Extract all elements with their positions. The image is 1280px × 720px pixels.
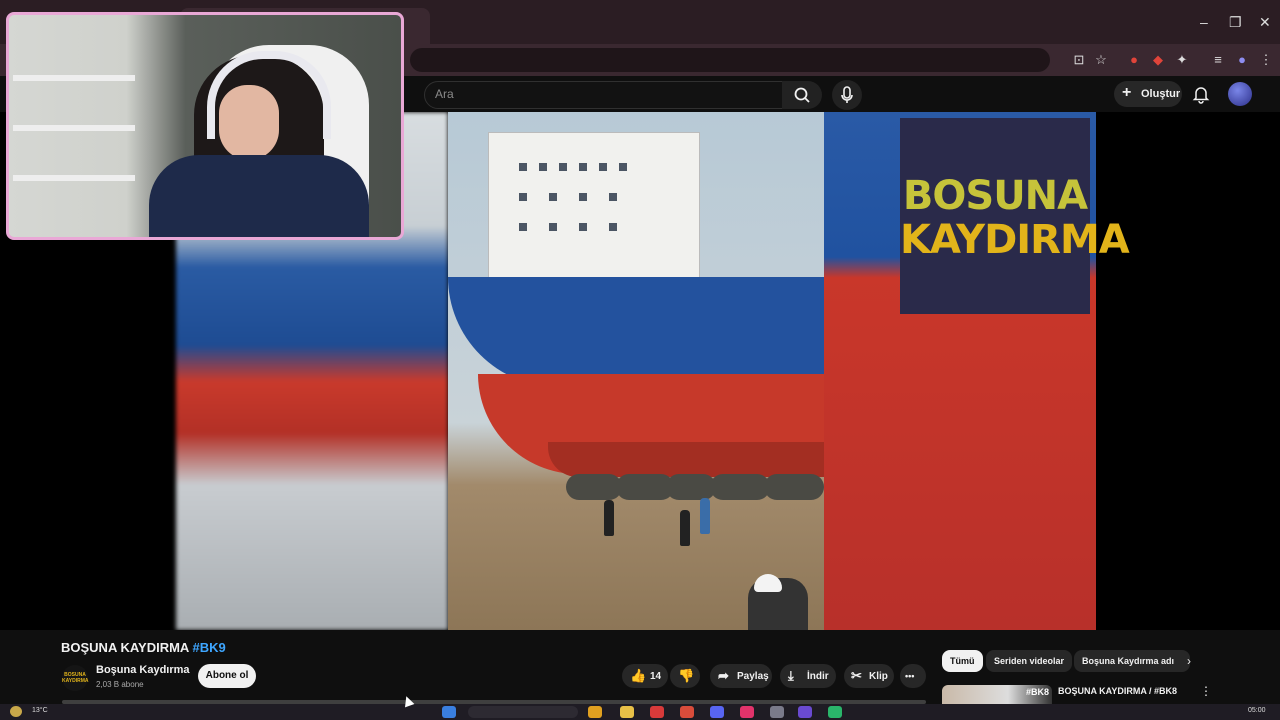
close-icon[interactable]: ✕: [1259, 14, 1271, 31]
share-label: Paylaş: [737, 671, 769, 682]
video-info-section: BOŞUNA KAYDIRMA #BK9 BOSUNA KAYDIRMA Boş…: [0, 630, 1280, 704]
airbag: [764, 474, 824, 500]
extensions-puzzle-icon[interactable]: ✦: [1174, 52, 1190, 68]
minimize-icon[interactable]: –: [1200, 14, 1208, 30]
subscriber-count: 2,03 B abone: [96, 680, 144, 689]
account-avatar[interactable]: [1228, 82, 1252, 106]
thumbs-up-icon: 👍: [630, 668, 647, 683]
create-label: Oluştur: [1141, 88, 1181, 100]
bookshelf: [13, 125, 135, 131]
related-menu-icon[interactable]: ⋮: [1200, 684, 1212, 698]
filter-chip-channel[interactable]: Boşuna Kaydırma adı: [1074, 650, 1190, 672]
taskbar-app-icon[interactable]: [650, 706, 664, 718]
search-button[interactable]: [782, 81, 822, 109]
extension-shield-icon[interactable]: ◆: [1150, 52, 1166, 68]
taskbar-app-icon[interactable]: [770, 706, 784, 718]
taskbar-search-box[interactable]: [468, 706, 578, 718]
weather-icon[interactable]: [10, 706, 22, 717]
worker-figure: [680, 510, 690, 546]
subscribe-button[interactable]: Abone ol: [198, 664, 256, 688]
extension-red-icon[interactable]: ●: [1126, 52, 1142, 68]
start-icon[interactable]: [442, 706, 456, 718]
bookshelf: [13, 175, 135, 181]
weather-temp: 13°C: [32, 707, 48, 714]
ship-hull-blue: [448, 277, 824, 387]
related-video-thumbnail[interactable]: #BK8: [942, 685, 1052, 704]
download-icon: ⤓: [788, 668, 794, 683]
ship-keel: [548, 442, 824, 477]
related-thumb-tag: #BK8: [1026, 687, 1050, 697]
channel-avatar[interactable]: BOSUNA KAYDIRMA: [62, 665, 88, 691]
watermark-line2: KAYDIRMA: [900, 217, 1130, 263]
discord-icon[interactable]: [710, 706, 724, 718]
webcam-overlay: [6, 12, 404, 240]
media-control-icon[interactable]: ≡: [1210, 52, 1226, 68]
worker-figure: [700, 498, 710, 534]
plus-icon: +: [1122, 84, 1132, 101]
microphone-icon: [841, 86, 853, 103]
like-button[interactable]: 👍 14: [622, 664, 668, 688]
browser-menu-icon[interactable]: ⋮: [1258, 52, 1274, 68]
airbag: [710, 474, 770, 500]
taskbar-app-icon[interactable]: [588, 706, 602, 718]
bookmark-star-icon[interactable]: ☆: [1093, 52, 1109, 68]
thumbs-down-icon: 👎: [678, 668, 695, 683]
url-field[interactable]: [410, 48, 1050, 72]
notifications-bell-icon[interactable]: [1192, 84, 1210, 104]
voice-search-button[interactable]: [832, 80, 862, 110]
more-dots-icon: •••: [905, 671, 915, 681]
taskbar-clock: 05:00: [1248, 707, 1266, 714]
video-title-main: BOŞUNA KAYDIRMA: [61, 640, 189, 655]
channel-watermark-logo: BOSUNA KAYDIRMA: [900, 173, 1130, 263]
download-button[interactable]: ⤓ İndir: [780, 664, 836, 688]
like-count: 14: [650, 671, 662, 682]
chrome-icon[interactable]: [680, 706, 694, 718]
windows-taskbar: 13°C 05:00: [0, 704, 1280, 720]
related-video-title[interactable]: BOŞUNA KAYDIRMA / #BK8: [1058, 686, 1177, 696]
clip-label: Klip: [869, 671, 888, 682]
file-explorer-icon[interactable]: [620, 706, 634, 718]
clip-button[interactable]: ✂ Klip: [844, 664, 894, 688]
video-title: BOŞUNA KAYDIRMA #BK9: [61, 640, 226, 655]
channel-name[interactable]: Boşuna Kaydırma: [96, 664, 190, 676]
search-icon: [794, 87, 810, 103]
dislike-button[interactable]: 👎: [670, 664, 700, 688]
search-placeholder: Ara: [435, 87, 454, 101]
chevron-right-icon[interactable]: ›: [1187, 654, 1191, 668]
create-button[interactable]: + Oluştur: [1114, 81, 1182, 107]
worker-figure: [604, 500, 614, 536]
more-actions-button[interactable]: •••: [900, 664, 926, 688]
taskbar-app-icon[interactable]: [740, 706, 754, 718]
filter-chip-series[interactable]: Seriden videolar: [986, 650, 1073, 672]
share-arrow-icon: ➦: [718, 668, 729, 683]
watermark-line1: BOSUNA: [902, 173, 1088, 219]
download-label: İndir: [807, 671, 829, 682]
share-button[interactable]: ➦ Paylaş: [710, 664, 772, 688]
airbag: [566, 474, 622, 500]
video-hashtag[interactable]: #BK9: [192, 640, 225, 655]
maximize-icon[interactable]: ❐: [1229, 14, 1242, 31]
taskbar-app-icon[interactable]: [798, 706, 812, 718]
bookshelf: [13, 75, 135, 81]
taskbar-app-icon[interactable]: [828, 706, 842, 718]
video-frame: [448, 112, 824, 630]
search-input[interactable]: Ara: [424, 81, 784, 109]
hard-hat: [754, 574, 782, 592]
profile-icon[interactable]: ●: [1234, 52, 1250, 68]
airbag: [666, 474, 716, 500]
scissors-icon: ✂: [851, 668, 862, 683]
streamer-sweater: [149, 155, 369, 237]
install-icon[interactable]: ⊡: [1071, 52, 1087, 68]
filter-chip-all[interactable]: Tümü: [942, 650, 983, 672]
